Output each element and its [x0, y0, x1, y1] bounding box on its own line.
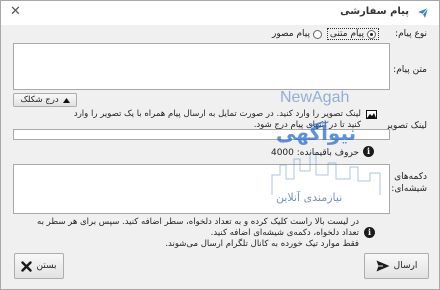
info-icon: i: [364, 227, 375, 238]
caret-up-icon: [62, 97, 70, 103]
watermark-brand-latin: NewAgah: [280, 89, 350, 106]
radio-image-message-label: پیام مصور: [271, 29, 310, 39]
window-close-icon[interactable]: ✕: [10, 4, 21, 20]
close-icon: [21, 260, 33, 272]
app-logo-icon: [418, 7, 429, 18]
hint-line: تعداد دلخواه، دکمه‌ی شیشه‌ای اضافه کنید.: [210, 228, 359, 238]
insert-emoji-button[interactable]: درج شکلک: [13, 93, 77, 107]
send-button[interactable]: ارسال: [364, 253, 429, 279]
message-text-input[interactable]: [13, 43, 390, 90]
custom-message-dialog: ✕ پیام سفارشی نوع پیام: پیام متنی پیام م…: [0, 0, 440, 290]
info-icon: i: [363, 146, 374, 157]
close-button[interactable]: بستن: [14, 253, 64, 279]
glass-buttons-hint: در لیست بالا راست کلیک کرده و به تعداد د…: [19, 217, 359, 250]
title-bar: ✕ پیام سفارشی: [1, 1, 439, 25]
image-link-input[interactable]: [13, 129, 390, 140]
glass-buttons-list[interactable]: [13, 164, 390, 214]
image-icon: [366, 110, 377, 119]
radio-dot: [313, 29, 322, 39]
message-type-label: نوع پیام:: [395, 29, 427, 39]
radio-text-message[interactable]: پیام متنی: [326, 28, 379, 40]
remaining-characters: حروف باقیمانده: 4000: [270, 148, 359, 158]
message-text-label: متن پیام:: [393, 65, 427, 75]
insert-emoji-label: درج شکلک: [20, 95, 59, 105]
close-button-label: بستن: [36, 261, 57, 271]
glass-buttons-label: دکمه‌های شیشه‌ای:: [391, 172, 427, 194]
radio-dot: [367, 29, 376, 39]
radio-text-message-label: پیام متنی: [329, 29, 364, 39]
send-icon: [376, 260, 390, 272]
radio-image-message[interactable]: پیام مصور: [272, 29, 322, 39]
image-link-label: لینک تصویر: [385, 121, 427, 131]
image-link-hint: لینک تصویر را وارد کنید. در صورت تمایل ب…: [73, 109, 361, 130]
send-button-label: ارسال: [393, 261, 418, 271]
hint-line: در لیست بالا راست کلیک کرده و به تعداد د…: [37, 217, 359, 227]
window-title: پیام سفارشی: [340, 6, 409, 17]
hint-line: فقط موارد تیک خورده به کانال تلگرام ارسا…: [165, 239, 359, 249]
